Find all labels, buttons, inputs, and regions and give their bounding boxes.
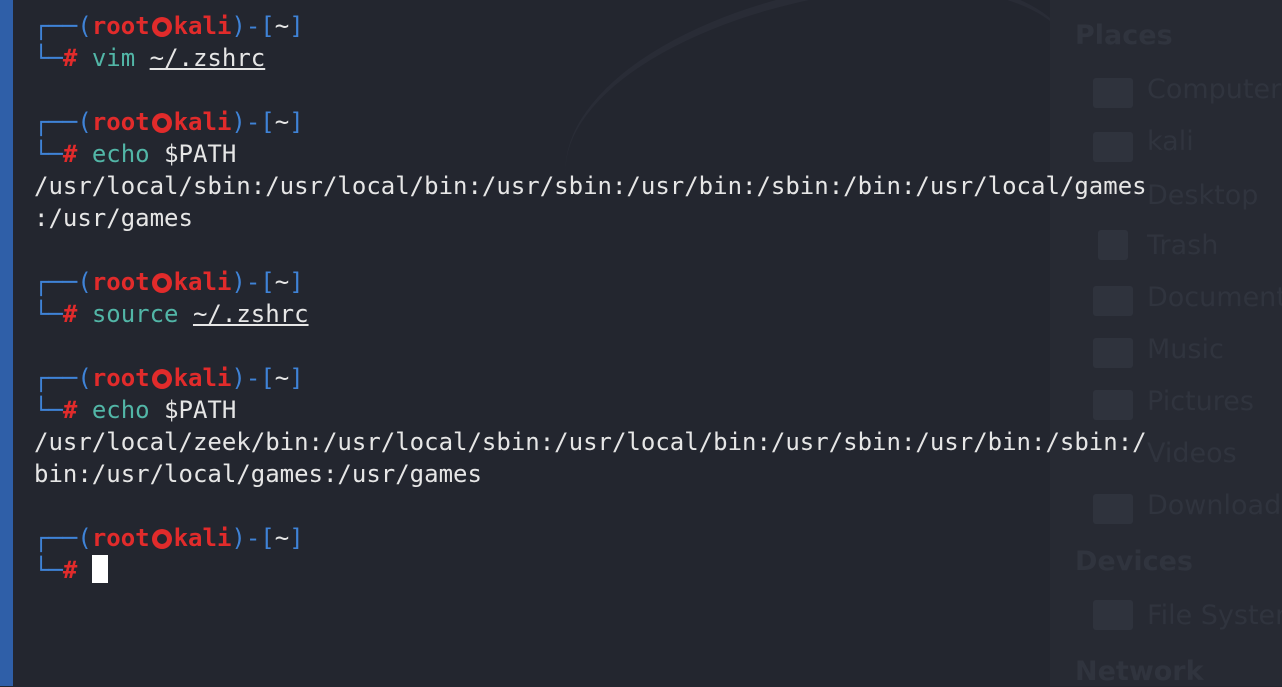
- prompt-dir: ~: [274, 524, 290, 552]
- prompt-dir: ~: [274, 108, 290, 136]
- skull-icon: [151, 369, 172, 389]
- prompt-host: kali: [173, 108, 232, 136]
- command-line: └─# echo $PATH: [34, 140, 237, 168]
- output-line: bin:/usr/local/games:/usr/games: [34, 460, 482, 488]
- prompt-line: ┌──(root kali)-[~]: [34, 108, 304, 136]
- command-input-line[interactable]: └─#: [34, 554, 108, 586]
- skull-icon: [151, 113, 172, 133]
- prompt-dir: ~: [274, 268, 290, 296]
- prompt-user: root: [91, 12, 150, 40]
- prompt-line: ┌──(root kali)-[~]: [34, 268, 304, 296]
- command-arg: $PATH: [164, 396, 237, 424]
- prompt-host: kali: [173, 268, 232, 296]
- prompt-user: root: [91, 268, 150, 296]
- prompt-user: root: [91, 108, 150, 136]
- command: source: [91, 300, 179, 328]
- command-line: └─# echo $PATH: [34, 396, 237, 424]
- text-cursor[interactable]: [91, 555, 108, 583]
- prompt-host: kali: [173, 524, 232, 552]
- prompt-user: root: [91, 364, 150, 392]
- skull-icon: [151, 17, 172, 37]
- command: echo: [91, 396, 150, 424]
- command-line: └─# vim ~/.zshrc: [34, 44, 266, 72]
- prompt-user: root: [91, 524, 150, 552]
- prompt-line: ┌──(root kali)-[~]: [34, 364, 304, 392]
- command-arg: $PATH: [164, 140, 237, 168]
- prompt-line: ┌──(root kali)-[~]: [34, 12, 304, 40]
- output-line: :/usr/games: [34, 204, 193, 232]
- command-arg: ~/.zshrc: [192, 300, 309, 328]
- output-line: /usr/local/zeek/bin:/usr/local/sbin:/usr…: [34, 428, 1147, 456]
- prompt-dir: ~: [274, 12, 290, 40]
- output-line: /usr/local/sbin:/usr/local/bin:/usr/sbin…: [34, 172, 1147, 200]
- terminal-window[interactable]: ┌──(root kali)-[~] └─# vim ~/.zshrc ┌──(r…: [0, 0, 1282, 686]
- prompt-line: ┌──(root kali)-[~]: [34, 524, 304, 552]
- prompt-dir: ~: [274, 364, 290, 392]
- command-line: └─# source ~/.zshrc: [34, 300, 309, 328]
- skull-icon: [151, 529, 172, 549]
- prompt-host: kali: [173, 364, 232, 392]
- command: vim: [91, 44, 136, 72]
- command-arg: ~/.zshrc: [149, 44, 266, 72]
- skull-icon: [151, 273, 172, 293]
- prompt-host: kali: [173, 12, 232, 40]
- command: echo: [91, 140, 150, 168]
